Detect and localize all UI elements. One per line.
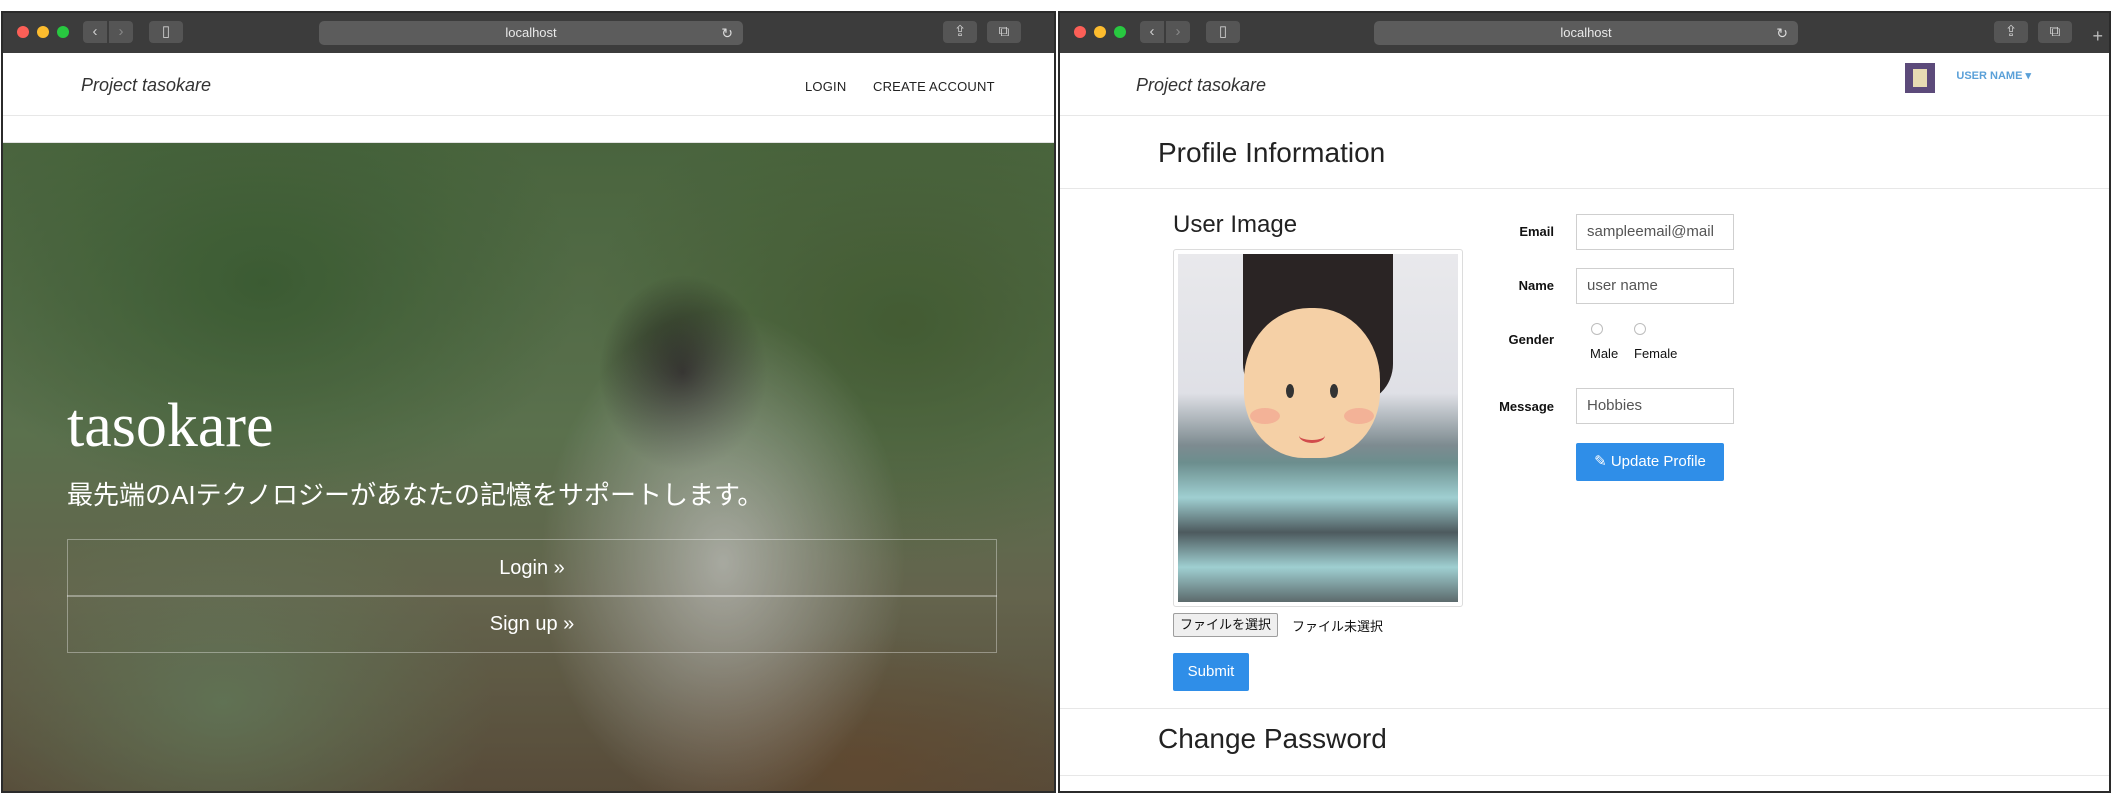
close-window-button[interactable] xyxy=(17,26,29,38)
gender-label: Gender xyxy=(1508,332,1554,347)
user-image xyxy=(1178,254,1458,602)
brand-link[interactable]: Project tasokare xyxy=(1136,75,1266,96)
reload-icon[interactable]: ↻ xyxy=(1776,21,1788,45)
url-text: localhost xyxy=(505,25,557,40)
email-field[interactable]: sampleemail@mail xyxy=(1576,214,1734,250)
brand-link[interactable]: Project tasokare xyxy=(81,75,211,96)
back-button[interactable]: ‹ xyxy=(1140,21,1164,43)
gender-female-radio[interactable] xyxy=(1634,323,1646,335)
chevron-left-icon: ‹ xyxy=(92,23,98,40)
sidebar-icon: ▯ xyxy=(161,23,171,40)
file-status-text: ファイル未選択 xyxy=(1292,619,1384,634)
top-navbar: Project tasokare LOGIN CREATE ACCOUNT xyxy=(3,53,1054,116)
update-profile-label: Update Profile xyxy=(1610,453,1706,470)
hero-title: tasokare xyxy=(67,392,274,460)
back-button[interactable]: ‹ xyxy=(83,21,107,43)
share-button[interactable]: ⇪ xyxy=(1994,21,2028,43)
chevron-left-icon: ‹ xyxy=(1149,23,1155,40)
section-divider xyxy=(1060,775,2109,776)
choose-file-button[interactable]: ファイルを選択 xyxy=(1173,613,1279,637)
browser-window-right: ‹ › ▯ localhost ↻ ⇪ ⧉ + Project tasokare… xyxy=(1058,11,2111,793)
sidebar-button[interactable]: ▯ xyxy=(149,21,183,43)
url-text: localhost xyxy=(1560,25,1612,40)
top-navbar: Project tasokare xyxy=(1060,53,2109,116)
update-profile-button[interactable]: ✎ Update Profile xyxy=(1576,443,1724,481)
address-bar[interactable]: localhost ↻ xyxy=(1374,21,1798,45)
gender-female-label: Female xyxy=(1634,346,1678,361)
forward-button[interactable]: › xyxy=(1166,21,1190,43)
browser-titlebar: ‹ › ▯ localhost ↻ ⇪ ⧉ + xyxy=(1060,13,2109,53)
user-avatar[interactable] xyxy=(1905,63,1935,93)
section-divider xyxy=(1060,708,2109,709)
close-window-button[interactable] xyxy=(1074,26,1086,38)
minimize-window-button[interactable] xyxy=(1094,26,1106,38)
minimize-window-button[interactable] xyxy=(37,26,49,38)
user-menu-dropdown[interactable]: USER NAME ▾ xyxy=(1956,69,2031,82)
message-field[interactable]: Hobbies xyxy=(1576,388,1734,424)
hero-subtitle: 最先端のAIテクノロジーがあなたの記憶をサポートします。 xyxy=(67,480,764,510)
tabs-button[interactable]: ⧉ xyxy=(2038,21,2072,43)
sidebar-icon: ▯ xyxy=(1218,23,1228,40)
browser-window-left: ‹ › ▯ localhost ↻ ⇪ ⧉ Project tasokare L… xyxy=(1,11,1056,793)
nav-create-account-link[interactable]: CREATE ACCOUNT xyxy=(873,79,995,94)
reload-icon[interactable]: ↻ xyxy=(721,21,733,45)
submit-image-button[interactable]: Submit xyxy=(1173,653,1249,691)
chevron-right-icon: › xyxy=(118,23,124,40)
change-password-title: Change Password xyxy=(1158,723,1387,754)
chevron-right-icon: › xyxy=(1175,23,1181,40)
gender-male-radio[interactable] xyxy=(1591,323,1603,335)
tabs-button[interactable]: ⧉ xyxy=(987,21,1021,43)
profile-section-title: Profile Information xyxy=(1158,137,1386,168)
section-divider xyxy=(1060,188,2109,189)
tabs-icon: ⧉ xyxy=(2049,23,2061,40)
hero-overlay xyxy=(3,143,1054,791)
browser-titlebar: ‹ › ▯ localhost ↻ ⇪ ⧉ xyxy=(3,13,1054,53)
tabs-icon: ⧉ xyxy=(998,23,1010,40)
forward-button[interactable]: › xyxy=(109,21,133,43)
address-bar[interactable]: localhost ↻ xyxy=(319,21,743,45)
zoom-window-button[interactable] xyxy=(1114,26,1126,38)
share-icon: ⇪ xyxy=(953,23,967,40)
gender-male-label: Male xyxy=(1590,346,1619,361)
name-label: Name xyxy=(1518,278,1554,293)
hero-signup-button[interactable]: Sign up » xyxy=(67,595,997,653)
hero-background-photo: tasokare 最先端のAIテクノロジーがあなたの記憶をサポートします。 Lo… xyxy=(3,143,1054,791)
message-label: Message xyxy=(1499,399,1554,414)
new-tab-plus-icon[interactable]: + xyxy=(2092,27,2103,45)
user-image-frame xyxy=(1173,249,1463,607)
nav-login-link[interactable]: LOGIN xyxy=(805,79,846,94)
email-label: Email xyxy=(1519,224,1554,239)
user-image-title: User Image xyxy=(1173,211,1298,238)
hero-top-divider xyxy=(3,116,1054,143)
hero-login-button[interactable]: Login » xyxy=(67,539,997,597)
zoom-window-button[interactable] xyxy=(57,26,69,38)
share-icon: ⇪ xyxy=(2004,23,2018,40)
sidebar-button[interactable]: ▯ xyxy=(1206,21,1240,43)
pencil-icon: ✎ xyxy=(1594,453,1607,470)
name-field[interactable]: user name xyxy=(1576,268,1734,304)
share-button[interactable]: ⇪ xyxy=(943,21,977,43)
